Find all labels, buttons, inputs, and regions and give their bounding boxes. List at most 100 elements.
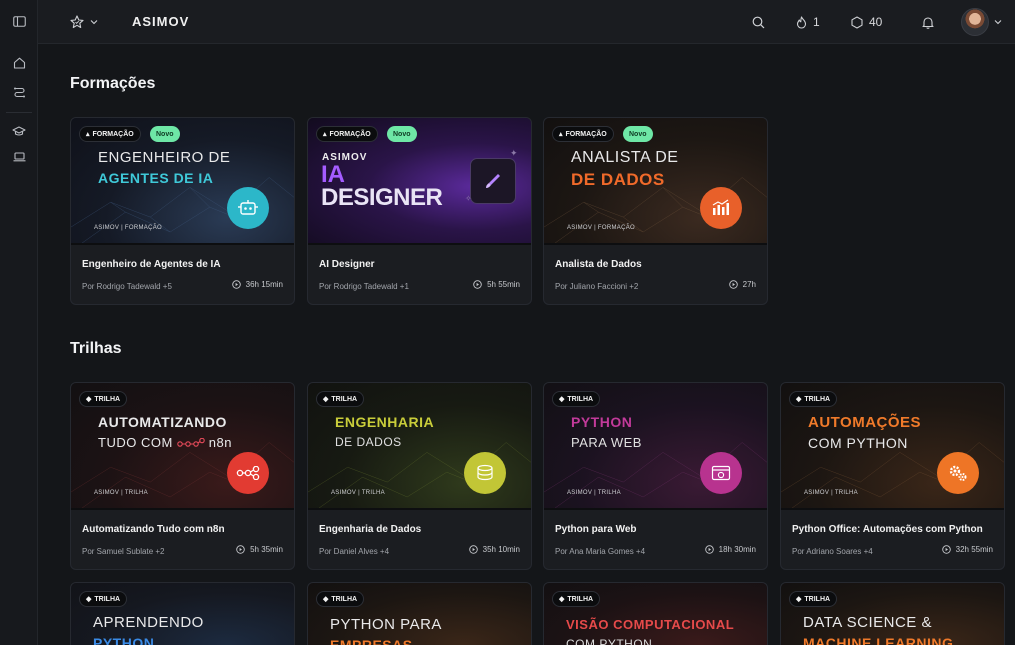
formacao-badge: ▴ FORMAÇÃO bbox=[552, 126, 614, 142]
thumb-title-line1: AUTOMAÇÕES bbox=[808, 414, 922, 431]
trilha-badge: ◆ TRILHA bbox=[789, 591, 838, 607]
card-author: Por Adriano Soares +4 bbox=[792, 547, 873, 556]
trilha-card[interactable]: ◆ TRILHA AUTOMAÇÕES COM PYTHON ASIMOV | T… bbox=[780, 382, 1005, 570]
hexagon-icon bbox=[851, 15, 863, 29]
card-title: AI Designer bbox=[319, 259, 375, 270]
card-thumbnail: ◆ TRILHA VISÃO COMPUTACIONAL COM PYTHON bbox=[544, 583, 767, 645]
new-badge: Novo bbox=[387, 126, 417, 142]
trilha-badge: ◆ TRILHA bbox=[552, 591, 601, 607]
chevron-down-icon bbox=[90, 20, 98, 25]
thumb-title-line1: ANALISTA DE bbox=[571, 149, 679, 166]
card-duration: 35h 10min bbox=[468, 545, 520, 554]
main-content: Formações ▴ FORMAÇÃO Novo ENGENHEIRO DE A… bbox=[38, 45, 1015, 645]
trilha-card[interactable]: ◆ TRILHA PYTHON PARA EMPRESAS bbox=[307, 582, 532, 645]
card-thumbnail: ◆ TRILHA ENGENHARIA DE DADOS ASIMOV | TRI… bbox=[308, 383, 531, 510]
bell-icon[interactable] bbox=[922, 12, 934, 32]
thumb-footer: ASIMOV | TRILHA bbox=[94, 490, 148, 496]
card-duration: 5h 55min bbox=[473, 280, 520, 289]
thumb-title-line2: MACHINE LEARNING bbox=[803, 635, 954, 645]
thumb-title-line1: PYTHON PARA bbox=[330, 616, 442, 633]
thumb-title-line1: APRENDENDO bbox=[93, 614, 204, 631]
thumb-title-line2: EMPRESAS bbox=[330, 637, 413, 645]
gears-icon bbox=[937, 452, 979, 494]
top-bar: ASIMOV 1 40 bbox=[38, 0, 1015, 44]
sparkle-icon: ✦ bbox=[510, 148, 518, 158]
card-thumbnail: ▴ FORMAÇÃO Novo ANALISTA DE DE DADOS ASIM… bbox=[544, 118, 767, 245]
trilha-card[interactable]: ◆ TRILHA AUTOMATIZANDO TUDO COM n8n ASIMO… bbox=[70, 382, 295, 570]
formacao-card[interactable]: ▴ FORMAÇÃO Novo ANALISTA DE DE DADOS ASIM… bbox=[543, 117, 768, 305]
brand-logo[interactable]: ASIMOV bbox=[132, 14, 189, 29]
trilha-card[interactable]: ◆ TRILHA ENGENHARIA DE DADOS ASIMOV | TRI… bbox=[307, 382, 532, 570]
thumb-title-line1: DATA SCIENCE & bbox=[803, 614, 932, 631]
thumb-title-line1: VISÃO COMPUTACIONAL bbox=[566, 617, 735, 632]
thumb-footer: ASIMOV | FORMAÇÃO bbox=[94, 225, 162, 231]
card-thumbnail: ◆ TRILHA AUTOMATIZANDO TUDO COM n8n ASIMO… bbox=[71, 383, 294, 510]
sidebar-toggle-icon[interactable] bbox=[9, 11, 29, 31]
card-thumbnail: ◆ TRILHA PYTHON PARA WEB ASIMOV | TRILHA bbox=[544, 383, 767, 510]
trilha-badge: ◆ TRILHA bbox=[552, 391, 601, 407]
thumb-footer: ASIMOV | FORMAÇÃO bbox=[567, 225, 635, 231]
thumb-title-line1: PYTHON bbox=[571, 414, 633, 430]
thumb-title-line2: COM PYTHON bbox=[566, 637, 653, 645]
trilha-card[interactable]: ◆ TRILHA APRENDENDO PYTHON bbox=[70, 582, 295, 645]
thumb-title-line1: ENGENHEIRO DE bbox=[98, 149, 231, 166]
trilha-card[interactable]: ◆ TRILHA DATA SCIENCE & MACHINE LEARNING bbox=[780, 582, 1005, 645]
new-badge: Novo bbox=[150, 126, 180, 142]
trilha-card[interactable]: ◆ TRILHA VISÃO COMPUTACIONAL COM PYTHON bbox=[543, 582, 768, 645]
layers-icon: ◆ bbox=[86, 596, 92, 603]
card-author: Por Rodrigo Tadewald +5 bbox=[82, 282, 172, 291]
graduation-cap-icon: ▴ bbox=[86, 131, 90, 138]
avatar[interactable] bbox=[961, 8, 989, 36]
card-duration: 32h 55min bbox=[941, 545, 993, 554]
card-thumbnail: ◆ TRILHA APRENDENDO PYTHON bbox=[71, 583, 294, 645]
account-menu-chevron-icon[interactable] bbox=[994, 12, 1002, 32]
graduation-cap-icon: ▴ bbox=[559, 131, 563, 138]
layers-icon: ◆ bbox=[323, 396, 329, 403]
card-title: Python Office: Automações com Python bbox=[792, 524, 983, 535]
play-circle-icon bbox=[231, 280, 241, 289]
laptop-icon[interactable] bbox=[9, 147, 29, 167]
points-counter[interactable]: 40 bbox=[851, 12, 882, 32]
card-title: Engenharia de Dados bbox=[319, 524, 422, 535]
sidebar-divider bbox=[6, 112, 32, 113]
graduation-cap-icon: ▴ bbox=[323, 131, 327, 138]
bar-chart-icon bbox=[700, 187, 742, 229]
app-root: ASIMOV 1 40 Formações ▴ FORMAÇÃO Novo EN… bbox=[0, 0, 1015, 645]
new-badge: Novo bbox=[623, 126, 653, 142]
card-duration: 27h bbox=[728, 280, 756, 289]
play-circle-icon bbox=[941, 545, 951, 554]
layers-icon: ◆ bbox=[559, 596, 565, 603]
trails-icon[interactable] bbox=[9, 82, 29, 102]
search-icon[interactable] bbox=[752, 12, 765, 32]
thumb-title-line2: TUDO COM n8n bbox=[98, 435, 232, 450]
card-author: Por Juliano Faccioni +2 bbox=[555, 282, 639, 291]
section-title-formacoes: Formações bbox=[70, 75, 156, 92]
sparkle-icon: ✧ bbox=[465, 194, 472, 203]
graduation-cap-icon[interactable] bbox=[9, 121, 29, 141]
card-thumbnail: ▴ FORMAÇÃO Novo ASIMOV IA DESIGNER ✦ ✧ bbox=[308, 118, 531, 245]
browser-window-icon bbox=[700, 452, 742, 494]
points-count: 40 bbox=[869, 15, 883, 29]
play-circle-icon bbox=[704, 545, 714, 554]
streak-count: 1 bbox=[813, 15, 820, 29]
trilha-card[interactable]: ◆ TRILHA PYTHON PARA WEB ASIMOV | TRILHA … bbox=[543, 382, 768, 570]
card-title: Engenheiro de Agentes de IA bbox=[82, 259, 221, 270]
trilha-badge: ◆ TRILHA bbox=[316, 591, 365, 607]
streak-counter[interactable]: 1 bbox=[796, 12, 820, 32]
favorites-dropdown[interactable] bbox=[70, 12, 98, 32]
layers-icon: ◆ bbox=[796, 596, 802, 603]
trilha-badge: ◆ TRILHA bbox=[79, 391, 128, 407]
thumb-title-line2: PYTHON bbox=[93, 635, 155, 645]
home-icon[interactable] bbox=[9, 53, 29, 73]
thumb-footer: ASIMOV | TRILHA bbox=[804, 490, 858, 496]
play-circle-icon bbox=[236, 545, 245, 554]
formacao-card[interactable]: ▴ FORMAÇÃO Novo ENGENHEIRO DE AGENTES DE … bbox=[70, 117, 295, 305]
card-thumbnail: ◆ TRILHA AUTOMAÇÕES COM PYTHON ASIMOV | T… bbox=[781, 383, 1004, 510]
play-circle-icon bbox=[468, 545, 478, 554]
card-duration: 36h 15min bbox=[231, 280, 283, 289]
card-thumbnail: ▴ FORMAÇÃO Novo ENGENHEIRO DE AGENTES DE … bbox=[71, 118, 294, 245]
play-circle-icon bbox=[473, 280, 482, 289]
formacao-card[interactable]: ▴ FORMAÇÃO Novo ASIMOV IA DESIGNER ✦ ✧ AI… bbox=[307, 117, 532, 305]
card-author: Por Samuel Sublate +2 bbox=[82, 547, 165, 556]
card-duration: 5h 35min bbox=[236, 545, 283, 554]
